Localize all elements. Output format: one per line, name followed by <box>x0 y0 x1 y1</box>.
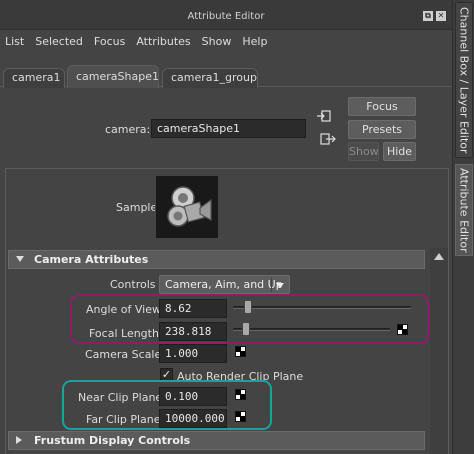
camera-scale-label: Camera Scale <box>85 348 162 361</box>
node-name-label: camera: <box>105 123 151 136</box>
tab-camerashape1[interactable]: cameraShape1 <box>67 65 159 88</box>
show-button[interactable]: Show <box>348 142 379 161</box>
menu-focus[interactable]: Focus <box>94 35 125 48</box>
tab-channel-box-layer-editor[interactable]: Channel Box / Layer Editor <box>455 2 473 158</box>
camera-scale-map-button-icon[interactable] <box>235 346 246 357</box>
controls-label: Controls <box>110 278 156 291</box>
hide-button[interactable]: Hide <box>383 142 416 161</box>
float-window-icon[interactable]: ⧉ <box>423 11 433 21</box>
close-icon[interactable]: ✕ <box>436 11 446 21</box>
presets-button[interactable]: Presets <box>348 120 416 139</box>
camera-scale-field[interactable]: 1.000 <box>159 344 227 363</box>
section-camera-attributes[interactable]: Camera Attributes <box>8 250 425 269</box>
section-frustum-display-controls[interactable]: Frustum Display Controls <box>8 431 425 450</box>
select-output-icon[interactable] <box>320 132 336 146</box>
sample-swatch <box>155 175 219 239</box>
tab-attribute-editor[interactable]: Attribute Editor <box>455 164 473 256</box>
vertical-scrollbar[interactable] <box>430 248 448 454</box>
menu-show[interactable]: Show <box>202 35 232 48</box>
expand-arrow-icon[interactable] <box>16 436 22 444</box>
sample-label: Sample <box>116 201 158 214</box>
tab-camera1[interactable]: camera1 <box>3 68 65 88</box>
menu-list[interactable]: List <box>5 35 24 48</box>
focus-button[interactable]: Focus <box>348 97 416 116</box>
highlight-box-clip-planes <box>62 380 272 430</box>
menu-selected[interactable]: Selected <box>35 35 83 48</box>
menu-bar: List Selected Focus Attributes Show Help <box>0 30 452 52</box>
camera-icon <box>167 186 212 227</box>
collapse-arrow-icon[interactable] <box>16 256 24 262</box>
select-input-icon[interactable] <box>316 109 332 123</box>
side-tab-strip: Channel Box / Layer Editor Attribute Edi… <box>452 0 474 454</box>
highlight-box-view-attributes <box>70 294 429 344</box>
tab-camera1-group[interactable]: camera1_group <box>162 68 258 88</box>
controls-dropdown[interactable]: Camera, Aim, and Up <box>159 275 290 294</box>
menu-attributes[interactable]: Attributes <box>136 35 190 48</box>
title-bar: Attribute Editor ⧉ ✕ <box>0 0 452 30</box>
scroll-up-arrow-icon[interactable] <box>434 253 444 260</box>
dropdown-arrow-icon <box>276 283 284 288</box>
window-title: Attribute Editor <box>187 11 265 22</box>
menu-help[interactable]: Help <box>242 35 267 48</box>
node-name-field[interactable]: cameraShape1 <box>151 119 306 138</box>
node-tabs: camera1 cameraShape1 camera1_group <box>0 63 452 88</box>
